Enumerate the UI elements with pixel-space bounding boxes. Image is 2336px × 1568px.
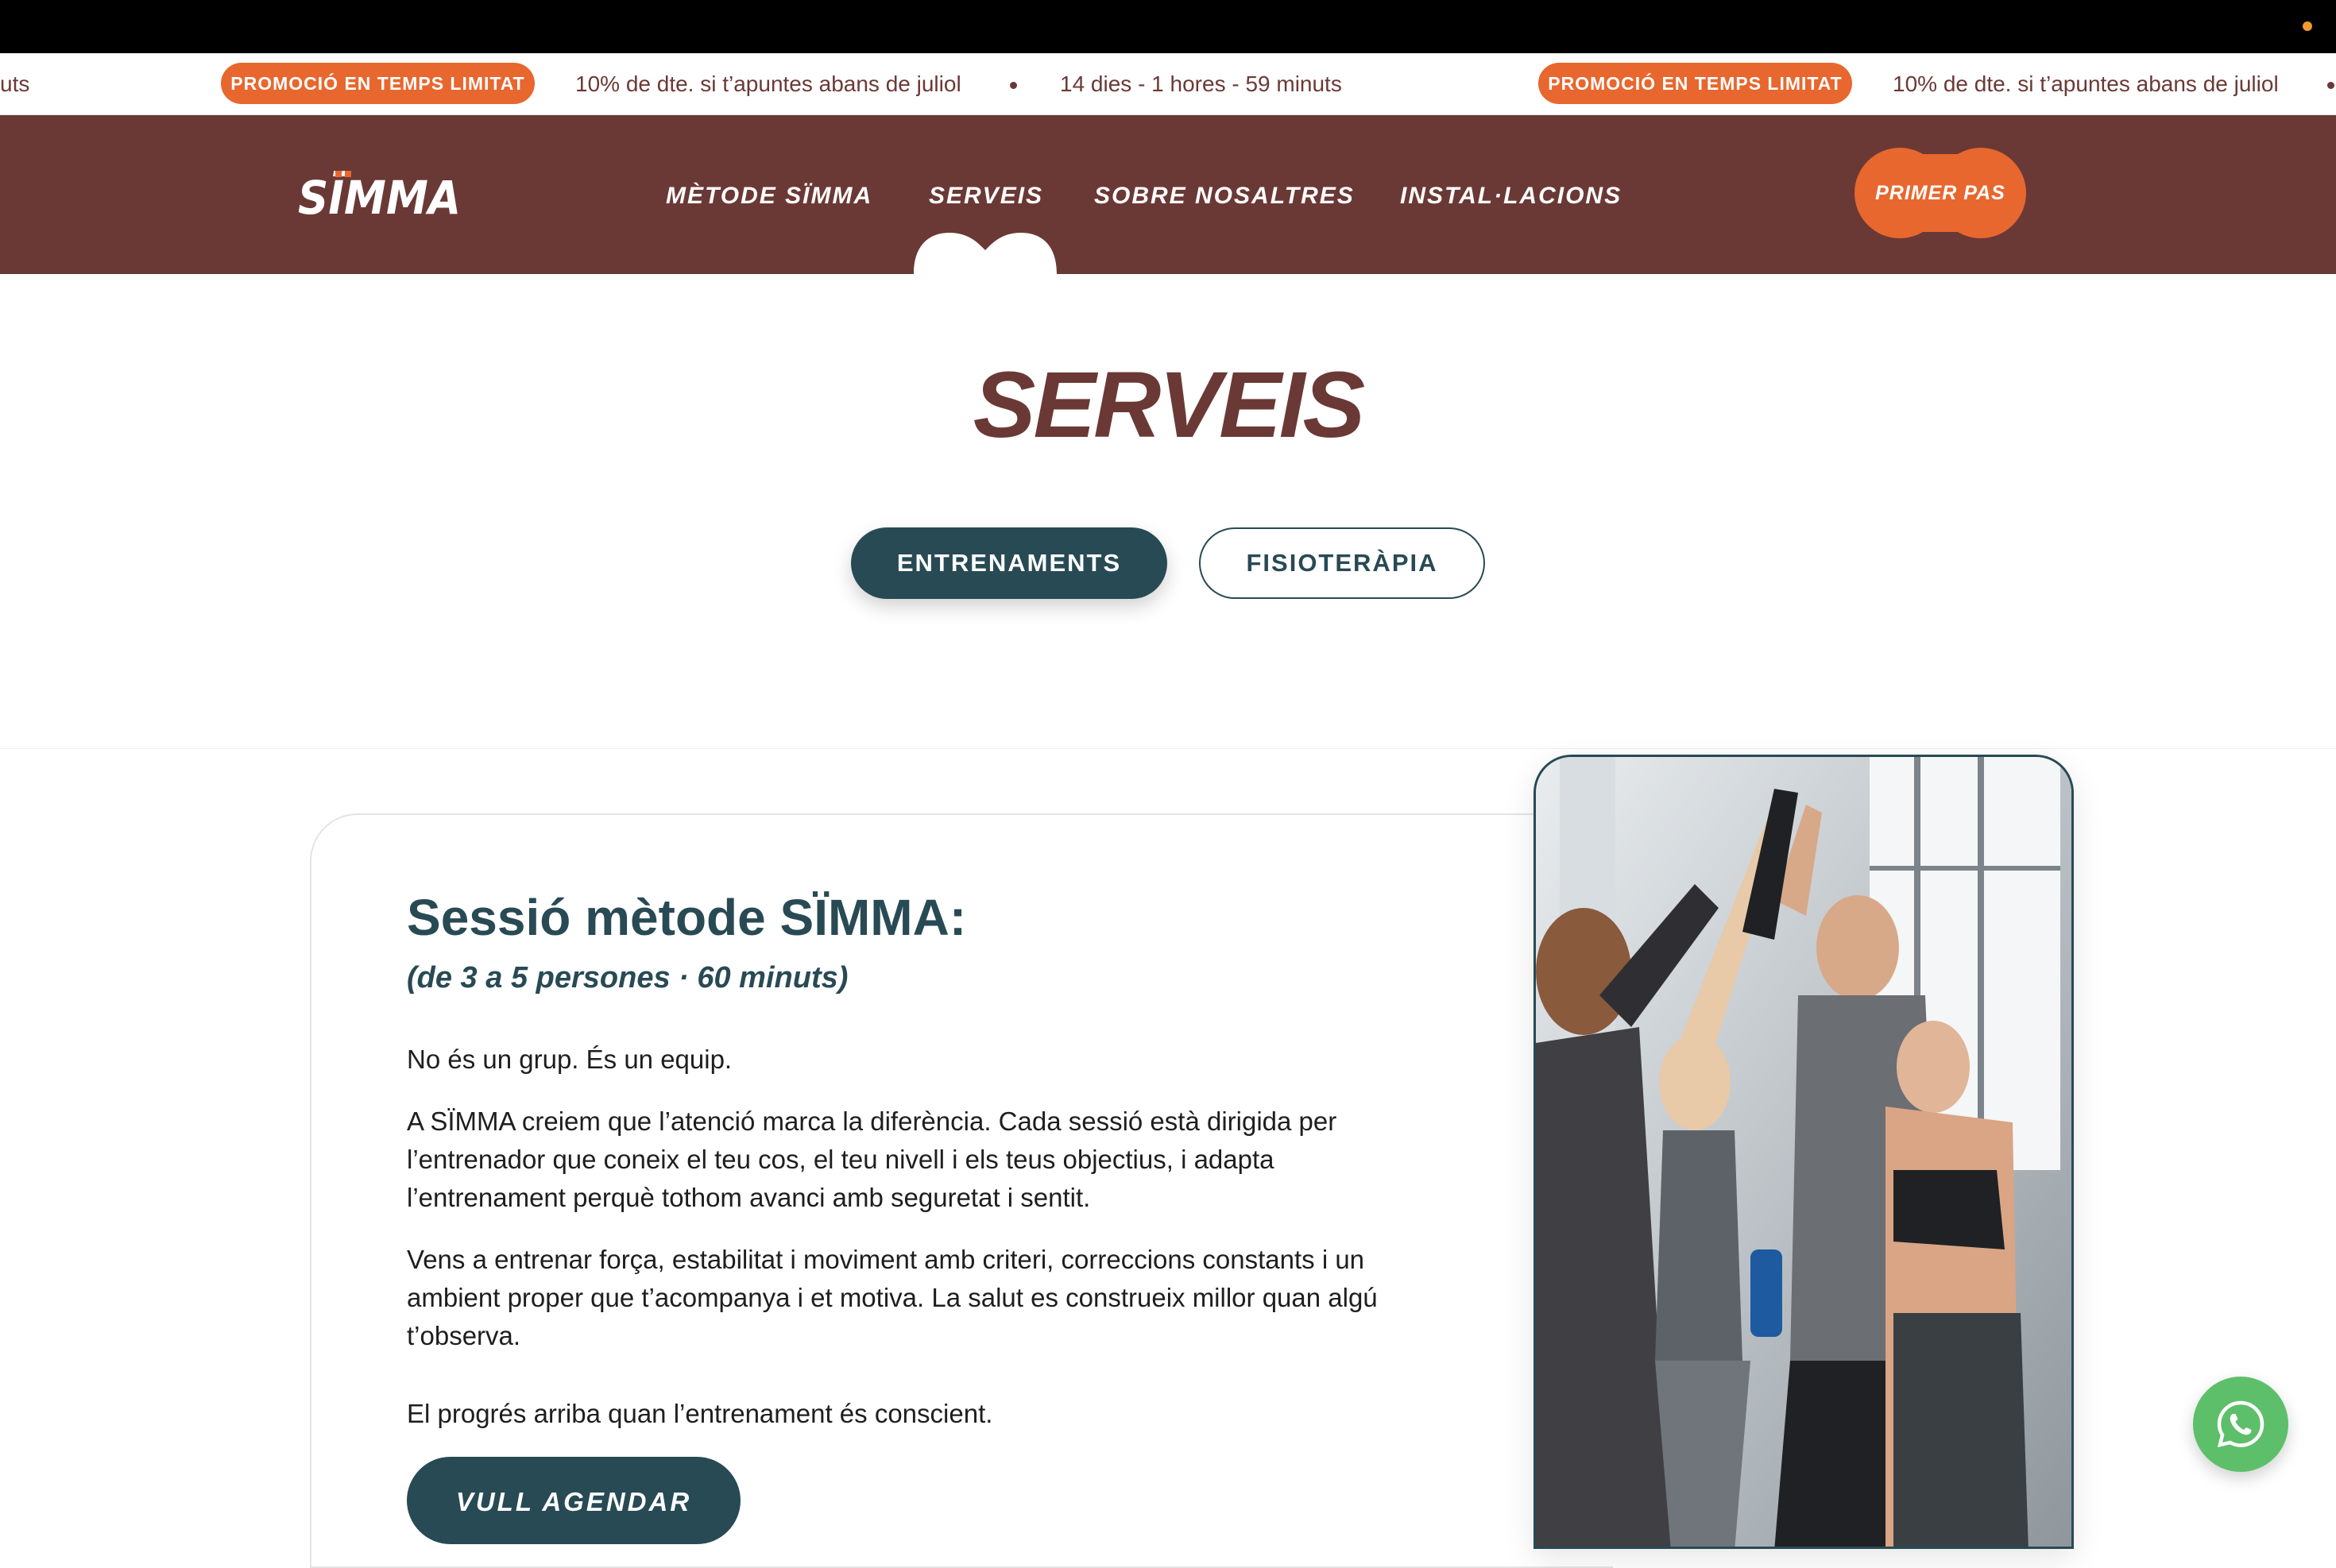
service-paragraph: No és un grup. És un equip. (407, 1045, 733, 1074)
countdown-text: 14 dies - 1 hores - 59 minuts (1060, 71, 1342, 96)
ticker-fragment: uts (0, 71, 30, 96)
promo-offer-text: 10% de dte. si t’apuntes abans de juliol (575, 71, 961, 96)
logo-mark: SÏMMA (298, 170, 461, 225)
simma-logo[interactable]: SÏMMA (296, 164, 463, 225)
nav-item-installacions[interactable]: INSTAL·LACIONS (1400, 180, 1622, 212)
service-paragraph: A SÏMMA creiem que l’atenció marca la di… (407, 1106, 1337, 1212)
promo-offer-text: 10% de dte. si t’apuntes abans de juliol (1893, 71, 2279, 96)
page-title: SERVEIS (973, 353, 1366, 458)
ticker-bullet (2327, 82, 2334, 89)
promo-badge: PROMOCIÓ EN TEMPS LIMITAT (221, 63, 535, 104)
section-divider (0, 748, 2336, 749)
service-subtitle: (de 3 a 5 persones · 60 minuts) (407, 961, 849, 994)
nav-item-sobre-nosaltres[interactable]: SOBRE NOSALTRES (1094, 180, 1355, 212)
tab-entrenaments[interactable]: ENTRENAMENTS (851, 527, 1167, 599)
nav-item-metode[interactable]: MÈTODE SÏMMA (666, 180, 872, 212)
promo-badge: PROMOCIÓ EN TEMPS LIMITAT (1538, 63, 1852, 104)
photo-illustration (1536, 757, 2071, 1547)
service-paragraph: Vens a entrenar força, estabilitat i mov… (407, 1245, 1378, 1350)
tab-fisioterapia[interactable]: FISIOTERÀPIA (1199, 527, 1485, 599)
browser-top-bar (0, 0, 2336, 53)
logo-wordmark: SÏMMA (298, 170, 461, 225)
notification-dot (2303, 21, 2312, 31)
group-high-five-photo (1533, 755, 2074, 1549)
service-title: Sessió mètode SÏMMA: (407, 889, 967, 946)
ticker-bullet (1010, 82, 1017, 89)
active-nav-indicator (914, 233, 1057, 274)
whatsapp-button[interactable] (2193, 1377, 2288, 1472)
service-paragraph: El progrés arriba quan l’entrenament és … (407, 1399, 993, 1428)
nav-item-serveis[interactable]: SERVEIS (929, 180, 1043, 212)
whatsapp-icon (2217, 1400, 2264, 1448)
vull-agendar-button[interactable]: VULL AGENDAR (407, 1457, 741, 1544)
primer-pas-button[interactable]: PRIMER PAS (1854, 148, 2026, 238)
promo-ticker: uts PROMOCIÓ EN TEMPS LIMITAT 10% de dte… (0, 53, 2336, 115)
